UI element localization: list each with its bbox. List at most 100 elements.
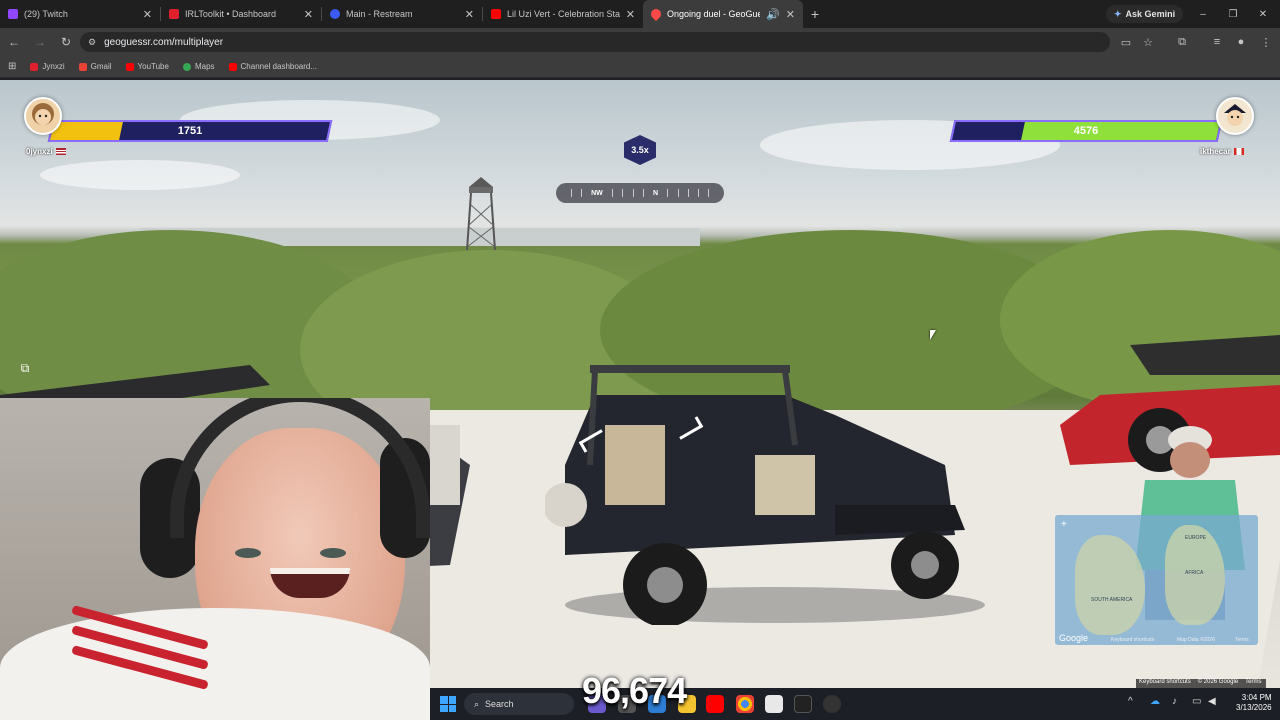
bookmark-gmail[interactable]: Gmail [78, 62, 112, 71]
apps-grid-icon[interactable]: ⊞ [8, 61, 16, 72]
keyboard-shortcuts-link[interactable]: Keyboard shortcuts [1136, 679, 1195, 688]
close-tab-icon[interactable]: ✕ [626, 8, 635, 21]
bookmarks-bar: ⊞ Jynxzi Gmail YouTube Maps Channel dash… [0, 56, 1280, 78]
extensions-icon[interactable]: ⧉ [1172, 32, 1192, 52]
player-left-healthbar: 1751 [47, 120, 333, 142]
player-right-avatar [1216, 97, 1254, 135]
bookmark-youtube[interactable]: YouTube [125, 62, 169, 71]
back-icon[interactable]: ← [2, 30, 26, 54]
menu-icon[interactable]: ⋮ [1256, 32, 1276, 52]
youtube-icon[interactable] [706, 695, 724, 713]
compass: NW N [556, 183, 724, 203]
site-info-icon[interactable]: ⚙ [88, 37, 96, 48]
reload-icon[interactable]: ↻ [54, 30, 78, 54]
terminal-icon[interactable] [794, 695, 812, 713]
copyright-text: © 2026 Google [1195, 679, 1243, 688]
headset-band [170, 398, 430, 538]
terms-link[interactable]: Terms [1242, 679, 1266, 688]
tab-title: Main - Restream [346, 9, 413, 19]
tab-title: Ongoing duel - GeoGuessr [667, 9, 761, 19]
tray-chevron-icon[interactable]: ^ [1128, 696, 1133, 707]
bookmark-jynxzi[interactable]: Jynxzi [30, 62, 65, 71]
tab-youtube[interactable]: Lil Uzi Vert - Celebration Station ✕ [483, 0, 643, 28]
address-bar[interactable]: ⚙ geoguessr.com/multiplayer [80, 32, 1110, 52]
cast-icon[interactable]: ▭ [1116, 32, 1136, 52]
network-icon[interactable]: ▭ [1192, 696, 1201, 707]
irltoolkit-icon [169, 9, 179, 19]
map-data-credit: Map Data ©2026 [1177, 637, 1215, 643]
tab-title: IRLToolkit • Dashboard [185, 9, 277, 19]
streamer-webcam [0, 398, 430, 720]
forward-icon[interactable]: → [28, 30, 52, 54]
profile-icon[interactable]: ● [1231, 32, 1251, 52]
expand-map-icon[interactable]: + [1061, 519, 1067, 530]
map-label: AFRICA [1185, 570, 1204, 576]
taskbar-clock[interactable]: 3:04 PM 3/13/2026 [1236, 693, 1272, 713]
player-left-hp: 1751 [177, 125, 203, 137]
url-text: geoguessr.com/multiplayer [104, 36, 224, 48]
bookmark-label: Gmail [90, 62, 112, 71]
speaker-icon[interactable]: 🔊 [766, 8, 780, 21]
ask-gemini-label: Ask Gemini [1125, 9, 1176, 19]
cloud [40, 160, 240, 190]
windows-start-icon[interactable] [440, 696, 456, 712]
bookmark-label: Maps [194, 62, 215, 71]
map-pin-icon [648, 6, 664, 22]
close-tab-icon[interactable]: ✕ [465, 8, 474, 21]
watch-tower [466, 177, 496, 250]
eye [320, 548, 346, 558]
obs-icon[interactable] [823, 695, 841, 713]
eye [235, 548, 261, 558]
us-flag-icon [55, 148, 66, 155]
bookmark-star-icon[interactable]: ☆ [1138, 32, 1158, 52]
new-tab-button[interactable]: + [803, 2, 827, 26]
taskbar-app-icon[interactable] [765, 695, 783, 713]
twitch-icon [8, 9, 18, 19]
player-right-hp: 4576 [1073, 125, 1099, 137]
youtube-icon [491, 9, 501, 19]
tab-irltoolkit[interactable]: IRLToolkit • Dashboard ✕ [161, 0, 321, 28]
canada-flag-icon [1233, 148, 1244, 155]
player-right-name-text: ikthecar [1200, 147, 1231, 156]
clock-time: 3:04 PM [1241, 693, 1272, 702]
google-logo: Google [1059, 633, 1089, 643]
chrome-icon[interactable] [736, 695, 754, 713]
player-right-healthbar: 4576 [949, 120, 1223, 142]
taskbar-search-label: Search [485, 699, 514, 709]
bookmark-maps[interactable]: Maps [182, 62, 215, 71]
close-tab-icon[interactable]: ✕ [786, 8, 795, 21]
map-terms-link[interactable]: Terms [1235, 637, 1249, 643]
guess-minimap[interactable]: SOUTH AMERICA AFRICA EUROPE Google Keybo… [1055, 515, 1258, 645]
ask-gemini-button[interactable]: ✦ Ask Gemini [1106, 5, 1184, 23]
gemini-icon: ✦ [1114, 8, 1122, 19]
tab-restream[interactable]: Main - Restream ✕ [322, 0, 482, 28]
reading-list-icon[interactable]: ≡ [1207, 32, 1227, 52]
player-right-name: ikthecar [1200, 147, 1244, 156]
close-window-button[interactable]: ✕ [1248, 0, 1278, 28]
player-left-name: 0jynxzi [26, 147, 66, 156]
youtube-icon [125, 62, 134, 71]
report-icon[interactable]: ⧉ [12, 355, 38, 381]
map-keyboard-shortcuts[interactable]: Keyboard shortcuts [1111, 637, 1154, 643]
close-tab-icon[interactable]: ✕ [143, 8, 152, 21]
youtube-icon [30, 62, 39, 71]
continent [1075, 535, 1145, 635]
youtube-icon [228, 62, 237, 71]
tab-title: Lil Uzi Vert - Celebration Station [507, 9, 620, 19]
volume-icon[interactable]: ◀ [1208, 696, 1216, 707]
bookmark-channel-dashboard[interactable]: Channel dashboard... [228, 62, 317, 71]
map-label: EUROPE [1185, 535, 1207, 541]
viewer-counter: 96,674 [582, 670, 687, 711]
taskbar-search[interactable]: ⌕ Search [464, 693, 574, 715]
jersey [0, 608, 430, 720]
tab-strip: (29) Twitch ✕ IRLToolkit • Dashboard ✕ M… [0, 0, 1280, 28]
tab-twitch[interactable]: (29) Twitch ✕ [0, 0, 160, 28]
minimize-button[interactable]: – [1188, 0, 1218, 28]
player-left-avatar [24, 97, 62, 135]
maximize-button[interactable]: ❐ [1218, 0, 1248, 28]
bookmark-label: Jynxzi [42, 62, 65, 71]
mic-icon[interactable]: ♪ [1172, 696, 1177, 707]
close-tab-icon[interactable]: ✕ [304, 8, 313, 21]
onedrive-icon[interactable]: ☁ [1150, 696, 1160, 707]
tab-geoguessr[interactable]: Ongoing duel - GeoGuessr 🔊 ✕ [643, 0, 803, 28]
